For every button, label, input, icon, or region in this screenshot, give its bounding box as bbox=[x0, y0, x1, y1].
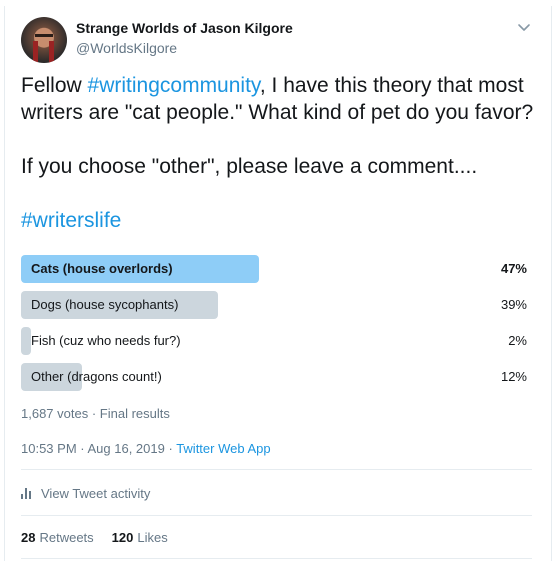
divider bbox=[21, 469, 532, 470]
view-activity-label: View Tweet activity bbox=[41, 486, 151, 501]
poll-option-percent: 2% bbox=[508, 333, 527, 348]
tweet-text-prefix: Fellow bbox=[21, 74, 88, 97]
poll-option-label: Other (dragons count!) bbox=[31, 369, 162, 384]
tweet-timestamp: 10:53 PM · Aug 16, 2019 · Twitter Web Ap… bbox=[21, 441, 271, 456]
hashtag-link[interactable]: #writerslife bbox=[21, 209, 121, 232]
retweets-link[interactable]: 28 Retweets bbox=[21, 530, 94, 545]
poll-status: Final results bbox=[99, 406, 170, 421]
divider bbox=[21, 558, 532, 559]
tweet-time[interactable]: 10:53 PM bbox=[21, 441, 77, 456]
likes-link[interactable]: 120 Likes bbox=[112, 530, 168, 545]
poll-option-bar bbox=[21, 327, 31, 355]
tweet-source-link[interactable]: Twitter Web App bbox=[176, 441, 270, 456]
chevron-down-icon[interactable] bbox=[517, 20, 531, 34]
bar-chart-icon bbox=[21, 488, 33, 499]
tweet-text: Fellow #writingcommunity, I have this th… bbox=[21, 72, 536, 234]
tweet-date[interactable]: Aug 16, 2019 bbox=[88, 441, 165, 456]
likes-count: 120 bbox=[111, 530, 134, 545]
poll-option: Fish (cuz who needs fur?) 2% bbox=[21, 327, 527, 355]
vote-count: 1,687 votes bbox=[21, 406, 89, 421]
poll-option: Cats (house overlords) 47% bbox=[21, 255, 527, 283]
poll-option-percent: 12% bbox=[500, 369, 527, 384]
poll-option-percent: 39% bbox=[500, 297, 527, 312]
author-handle[interactable]: @WorldsKilgore bbox=[76, 40, 177, 56]
poll-option-label: Fish (cuz who needs fur?) bbox=[31, 333, 181, 348]
divider bbox=[21, 515, 532, 516]
poll: Cats (house overlords) 47% Dogs (house syc… bbox=[21, 255, 527, 399]
retweets-label: Retweets bbox=[39, 530, 94, 545]
poll-option: Dogs (house sycophants) 39% bbox=[21, 291, 527, 319]
view-activity-button[interactable]: View Tweet activity bbox=[21, 486, 150, 501]
poll-option-percent: 47% bbox=[500, 261, 527, 276]
likes-label: Likes bbox=[137, 530, 168, 545]
poll-option-label: Cats (house overlords) bbox=[31, 261, 173, 276]
poll-option-label: Dogs (house sycophants) bbox=[31, 297, 179, 312]
poll-option: Other (dragons count!) 12% bbox=[21, 363, 527, 391]
retweets-count: 28 bbox=[21, 530, 36, 545]
tweet-text-line2: If you choose "other", please leave a co… bbox=[21, 155, 478, 178]
engagement-counts: 28 Retweets 120 Likes bbox=[21, 530, 168, 545]
hashtag-link[interactable]: #writingcommunity bbox=[88, 74, 260, 97]
author-name[interactable]: Strange Worlds of Jason Kilgore bbox=[76, 20, 293, 36]
avatar[interactable] bbox=[21, 17, 67, 63]
poll-summary: 1,687 votes · Final results bbox=[21, 406, 170, 421]
